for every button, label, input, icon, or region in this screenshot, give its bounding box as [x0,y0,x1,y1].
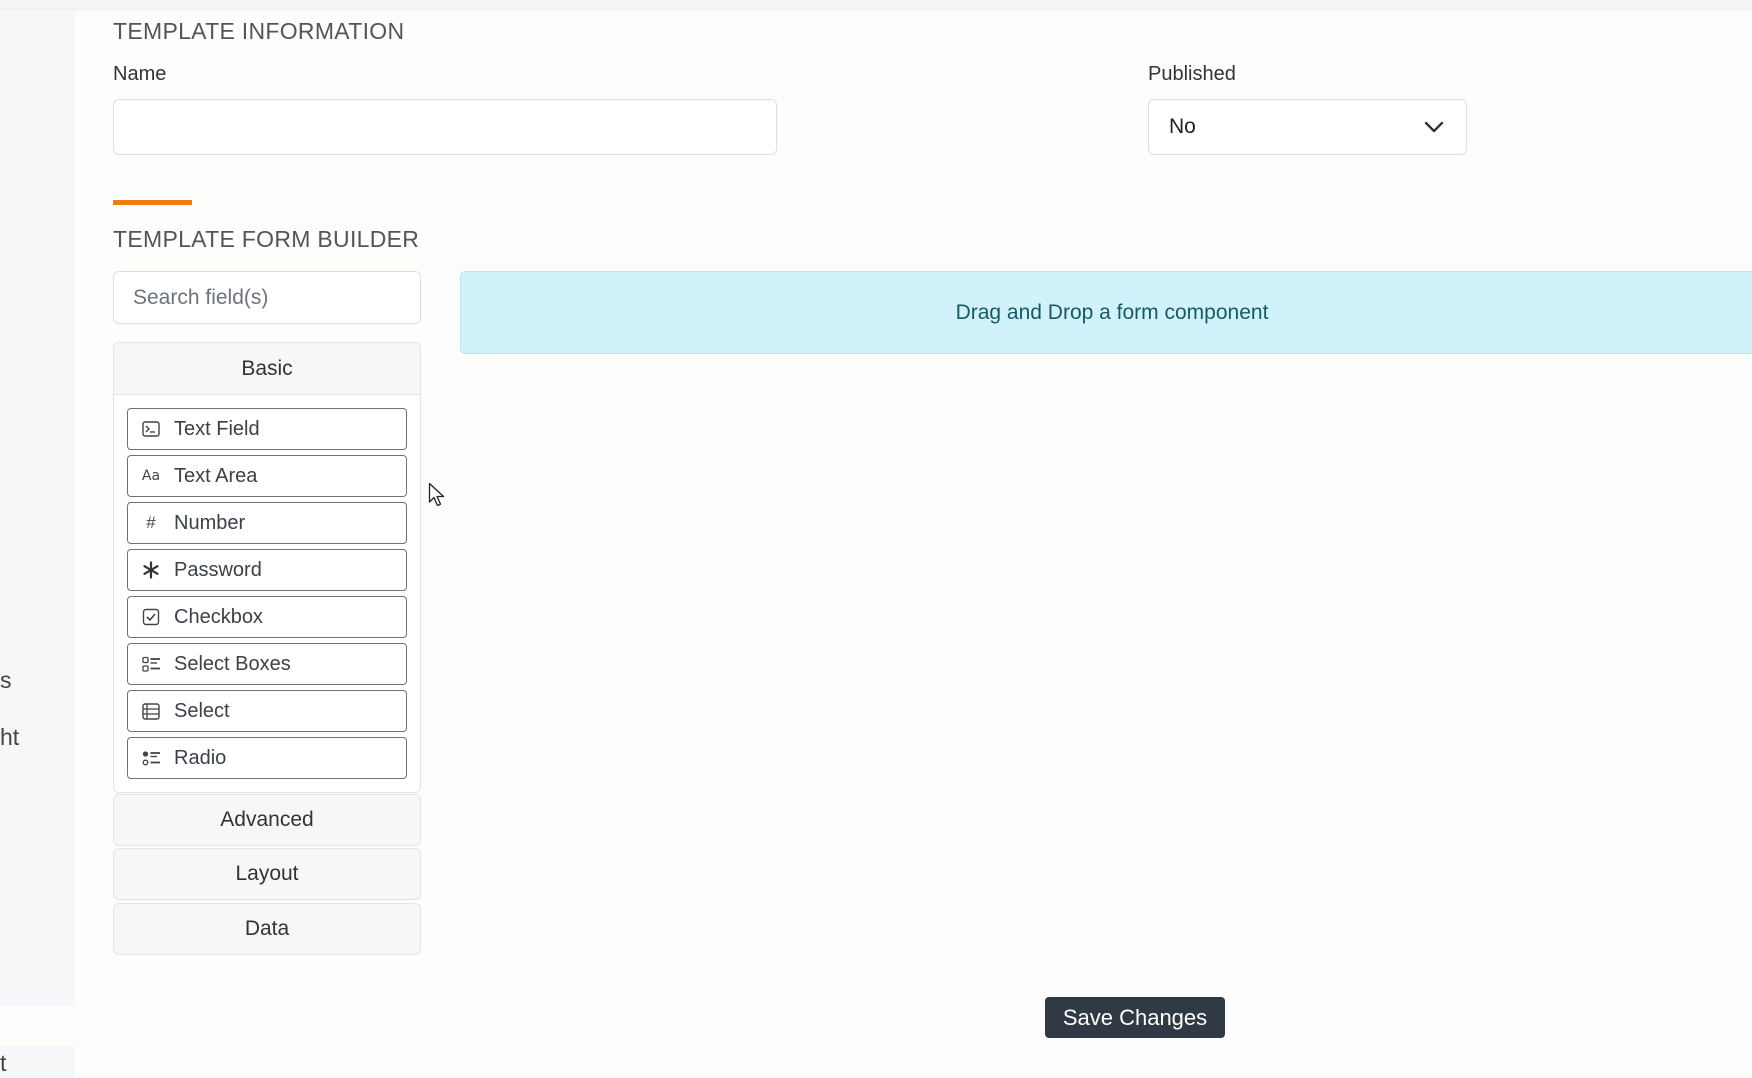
left-sidebar: s ht [0,10,75,1006]
component-label: Select [174,699,230,722]
sidebar-fragment[interactable]: t [0,1050,6,1077]
component-label: Password [174,558,262,581]
component-checkbox[interactable]: Checkbox [127,596,407,638]
group-header-data[interactable]: Data [113,903,421,955]
component-select[interactable]: Select [127,690,407,732]
hash-icon: # [146,513,156,532]
sidebar-fragment[interactable]: s [0,667,12,694]
form-builder-heading: TEMPLATE FORM BUILDER [113,226,420,252]
component-label: Select Boxes [174,652,291,675]
check-square-icon [128,608,174,626]
component-label: Radio [174,746,227,769]
group-header-basic[interactable]: Basic [114,343,420,395]
published-select[interactable]: No [1148,99,1467,155]
name-input[interactable] [113,99,777,155]
component-number[interactable]: # Number [127,502,407,544]
top-strip [0,0,1752,10]
asterisk-icon [128,561,174,579]
template-information-heading: TEMPLATE INFORMATION [113,18,405,44]
terminal-icon [128,421,174,437]
name-label: Name [113,63,167,85]
basic-group-panel: Basic Text Field Aa Text Area # Number P… [113,342,421,793]
published-selected-value: No [1169,115,1196,138]
form-drop-zone[interactable]: Drag and Drop a form component [460,271,1752,354]
search-fields-input[interactable] [113,271,421,324]
component-label: Checkbox [174,605,263,628]
th-list-icon [128,702,174,720]
list-radio-icon [128,750,174,767]
drop-zone-text: Drag and Drop a form component [955,300,1269,324]
component-label: Text Field [174,417,260,440]
sidebar-fragment[interactable]: ht [0,724,19,751]
component-text-field[interactable]: Text Field [127,408,407,450]
save-changes-button[interactable]: Save Changes [1045,997,1225,1038]
group-header-layout[interactable]: Layout [113,848,421,900]
left-sidebar-lower: t [0,1046,75,1078]
section-divider-accent [113,200,192,205]
component-label: Number [174,511,246,534]
component-text-area[interactable]: Aa Text Area [127,455,407,497]
component-password[interactable]: Password [127,549,407,591]
component-select-boxes[interactable]: Select Boxes [127,643,407,685]
published-label: Published [1148,63,1236,85]
basic-component-list: Text Field Aa Text Area # Number Passwor… [114,395,420,779]
component-radio[interactable]: Radio [127,737,407,779]
list-check-icon [128,656,174,673]
group-header-advanced[interactable]: Advanced [113,794,421,846]
font-icon: Aa [141,468,161,484]
component-label: Text Area [174,464,258,487]
chevron-down-icon [1424,121,1444,133]
mouse-cursor-icon [428,482,446,513]
